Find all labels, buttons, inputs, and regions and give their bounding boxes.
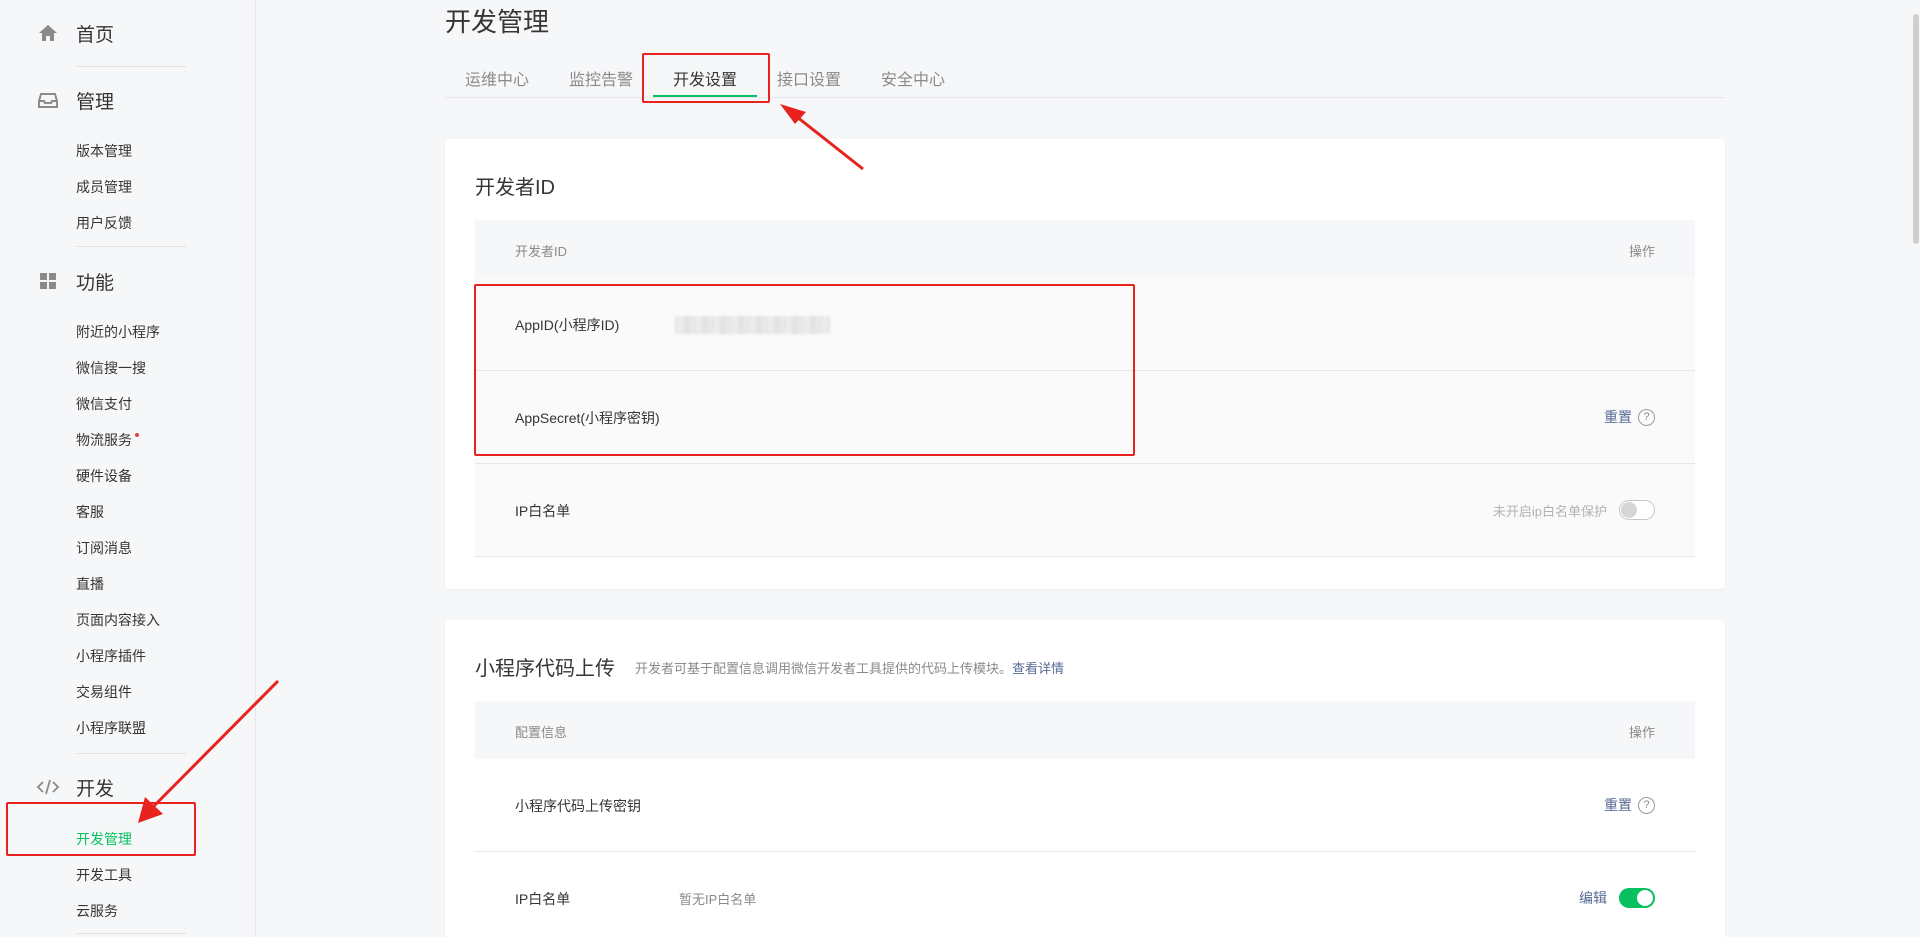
help-icon[interactable]: ?: [1638, 796, 1655, 814]
sidebar: 首页 管理 版本管理 成员管理 用户反馈 功能 附近的小程序 微信搜一搜 微信支…: [0, 0, 256, 937]
page-scrollbar[interactable]: [1912, 0, 1920, 937]
code-upload-desc-text: 开发者可基于配置信息调用微信开发者工具提供的代码上传模块。: [635, 661, 1013, 676]
sidebar-item-members[interactable]: 成员管理: [76, 177, 132, 197]
header-col-config: 配置信息: [515, 725, 568, 740]
table-header: 开发者ID 操作: [475, 220, 1695, 278]
sidebar-divider: [76, 246, 186, 247]
ip-whitelist-actions: 未开启ip白名单保护: [1493, 500, 1655, 520]
new-badge-dot: [135, 433, 139, 437]
upload-key-reset-link[interactable]: 重置: [1604, 795, 1632, 815]
sidebar-item-search[interactable]: 微信搜一搜: [76, 358, 146, 378]
header-col-action: 操作: [1628, 244, 1655, 259]
appsecret-actions: 重置 ?: [1604, 407, 1655, 427]
sidebar-divider: [76, 66, 186, 67]
developer-id-title: 开发者ID: [475, 177, 555, 199]
sidebar-item-service[interactable]: 客服: [76, 502, 104, 522]
grid-icon: [36, 269, 60, 293]
code-upload-title: 小程序代码上传: [475, 658, 615, 680]
upload-key-actions: 重置 ?: [1604, 795, 1655, 815]
view-details-link[interactable]: 查看详情: [1012, 661, 1064, 676]
annotation-box-credentials: [474, 284, 1135, 456]
sidebar-item-logistics[interactable]: 物流服务: [76, 430, 139, 450]
sidebar-item-feedback[interactable]: 用户反馈: [76, 213, 132, 233]
code-upload-card: 小程序代码上传 开发者可基于配置信息调用微信开发者工具提供的代码上传模块。查看详…: [445, 620, 1725, 937]
sidebar-item-dev-tools[interactable]: 开发工具: [76, 865, 132, 885]
sidebar-home-label: 首页: [76, 24, 115, 46]
upload-ip-value: 暂无IP白名单: [679, 892, 757, 907]
tab-api-settings[interactable]: 接口设置: [777, 66, 841, 90]
arrow-head-tab: [780, 104, 806, 124]
annotation-box-sidebar: [6, 802, 196, 856]
table-row-ip-whitelist: IP白名单 未开启ip白名单保护: [475, 464, 1695, 557]
table-row-upload-ip: IP白名单 暂无IP白名单 编辑: [475, 852, 1695, 937]
sidebar-item-plugins[interactable]: 小程序插件: [76, 646, 146, 666]
code-upload-table: 配置信息 操作 小程序代码上传密钥 重置 ? IP白名单 暂无IP白名单 编辑: [475, 701, 1695, 937]
sidebar-item-subscribe[interactable]: 订阅消息: [76, 538, 132, 558]
sidebar-dev-label: 开发: [76, 778, 115, 800]
sidebar-item-hardware[interactable]: 硬件设备: [76, 466, 132, 486]
sidebar-item-live[interactable]: 直播: [76, 574, 104, 594]
sidebar-features-label: 功能: [76, 272, 115, 294]
sidebar-item-page-content[interactable]: 页面内容接入: [76, 610, 160, 630]
scrollbar-thumb[interactable]: [1913, 14, 1919, 244]
table-header: 配置信息 操作: [475, 701, 1695, 759]
sidebar-manage-label: 管理: [76, 91, 115, 113]
sidebar-item-home[interactable]: 首页: [36, 18, 114, 48]
help-icon[interactable]: ?: [1638, 408, 1655, 426]
ip-protection-toggle[interactable]: [1619, 500, 1655, 520]
sidebar-section-manage[interactable]: 管理: [36, 85, 114, 115]
upload-ip-toggle[interactable]: [1619, 888, 1655, 908]
sidebar-item-cloud[interactable]: 云服务: [76, 901, 118, 921]
upload-ip-edit-link[interactable]: 编辑: [1579, 888, 1607, 908]
sidebar-item-version[interactable]: 版本管理: [76, 141, 132, 161]
home-icon: [36, 21, 60, 45]
sidebar-item-alliance[interactable]: 小程序联盟: [76, 718, 146, 738]
code-icon: [36, 775, 60, 799]
tab-ops-center[interactable]: 运维中心: [465, 66, 529, 90]
sidebar-item-pay[interactable]: 微信支付: [76, 394, 132, 414]
header-col-id: 开发者ID: [515, 244, 568, 259]
sidebar-divider: [76, 933, 186, 934]
page-title: 开发管理: [445, 7, 550, 37]
sidebar-section-features[interactable]: 功能: [36, 266, 114, 296]
upload-ip-label: IP白名单: [515, 891, 571, 907]
sidebar-item-trade[interactable]: 交易组件: [76, 682, 132, 702]
header-col-action: 操作: [1628, 725, 1655, 740]
upload-key-label: 小程序代码上传密钥: [515, 798, 641, 814]
tab-security-center[interactable]: 安全中心: [881, 66, 945, 90]
table-row-upload-key: 小程序代码上传密钥 重置 ?: [475, 759, 1695, 852]
sidebar-item-nearby[interactable]: 附近的小程序: [76, 322, 160, 342]
inbox-icon: [36, 88, 60, 112]
ip-whitelist-label: IP白名单: [515, 503, 571, 519]
tab-bar: 运维中心 监控告警 开发设置 接口设置 安全中心: [445, 58, 1725, 98]
appsecret-reset-link[interactable]: 重置: [1604, 407, 1632, 427]
annotation-box-tab: [642, 53, 770, 103]
ip-whitelist-status: 未开启ip白名单保护: [1492, 503, 1607, 519]
tab-monitoring[interactable]: 监控告警: [569, 66, 633, 90]
sidebar-divider: [76, 753, 186, 754]
upload-ip-actions: 编辑: [1579, 888, 1655, 908]
sidebar-item-logistics-label: 物流服务: [76, 432, 132, 448]
code-upload-desc: 开发者可基于配置信息调用微信开发者工具提供的代码上传模块。查看详情: [635, 658, 1064, 677]
sidebar-section-dev[interactable]: 开发: [36, 772, 114, 802]
